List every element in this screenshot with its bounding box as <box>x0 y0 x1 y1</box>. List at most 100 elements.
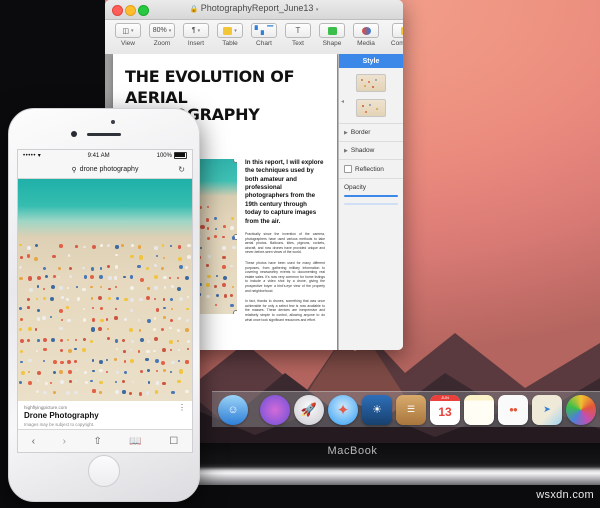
beach-umbrella-dot <box>129 328 133 332</box>
table-button[interactable]: ▾ <box>217 23 243 38</box>
beach-umbrella-dot <box>67 339 69 341</box>
beach-umbrella-dot <box>27 339 30 342</box>
reminders-icon[interactable]: ●● <box>498 395 528 425</box>
reflection-checkbox[interactable] <box>344 165 352 173</box>
pages-toolbar[interactable]: ◫ ▾ View 80% ▾ Zoom ¶ ▾ Insert ▾ Table ▘… <box>105 20 403 55</box>
style-thumbnail[interactable] <box>356 74 386 92</box>
toolbar-item-table[interactable]: ▾ Table <box>213 23 247 47</box>
safari-icon[interactable]: ✦ <box>328 395 358 425</box>
calendar-date: JUN 13 <box>430 395 460 425</box>
beach-umbrella-dot <box>154 246 157 249</box>
beach-umbrella-dot <box>27 298 30 301</box>
reload-icon[interactable]: ↻ <box>178 165 185 174</box>
beach-umbrella-dot <box>154 337 158 341</box>
beach-umbrella-dot <box>222 283 226 287</box>
toolbar-item-view[interactable]: ◫ ▾ View <box>111 23 145 47</box>
home-button[interactable] <box>88 455 120 487</box>
tab-style[interactable]: Style <box>339 54 403 68</box>
beach-umbrella-dot <box>106 371 108 373</box>
title-chevron-down-icon[interactable]: ▾ <box>316 7 319 13</box>
beach-umbrella-dot <box>83 246 85 248</box>
toolbar-item-insert[interactable]: ¶ ▾ Insert <box>179 23 213 47</box>
more-vertical-icon[interactable]: ⋮ <box>178 406 186 410</box>
beach-umbrella-dot <box>114 276 118 280</box>
tabs-icon[interactable]: ☐ <box>169 436 178 447</box>
style-thumbnail[interactable] <box>356 99 386 117</box>
search-result-image[interactable] <box>18 179 192 401</box>
toolbar-item-media[interactable]: Media <box>349 23 383 47</box>
beach-umbrella-dot <box>185 360 188 363</box>
macos-dock[interactable]: ☺🚀✦☀☰JUN13●●➤●●●✆▤▂▆█ <box>212 391 600 427</box>
view-button[interactable]: ◫ ▾ <box>115 23 141 38</box>
media-button[interactable] <box>353 23 379 38</box>
beach-umbrella-dot <box>108 297 111 300</box>
chart-icon: ▘▖▔ <box>255 26 273 35</box>
siri-icon[interactable] <box>260 395 290 425</box>
photos-icon[interactable] <box>566 395 596 425</box>
beach-umbrella-dot <box>36 298 38 300</box>
beach-umbrella-dot <box>99 369 102 372</box>
finder-icon[interactable]: ☺ <box>218 395 248 425</box>
inspector-tabs[interactable]: Style <box>339 54 403 68</box>
photo-booth-icon[interactable]: ☀ <box>362 395 392 425</box>
search-field[interactable]: ⚲ drone photography <box>72 166 139 174</box>
notes-icon[interactable] <box>464 395 494 425</box>
text-button[interactable]: T <box>285 23 311 38</box>
beach-umbrella-dot <box>107 265 110 268</box>
chart-button[interactable]: ▘▖▔ <box>251 23 277 38</box>
back-icon[interactable]: ‹ <box>32 436 35 447</box>
share-icon[interactable]: ⇧ <box>93 436 101 447</box>
beach-umbrella-dot <box>66 306 69 309</box>
watermark: wsxdn.com <box>536 489 594 501</box>
opacity-slider-track[interactable] <box>344 203 398 205</box>
beach-umbrella-dot <box>138 245 141 248</box>
beach-umbrella-dot <box>107 337 110 340</box>
beach-umbrella-dot <box>98 327 102 331</box>
forward-icon[interactable]: › <box>63 436 66 447</box>
beach-umbrella-dot <box>169 277 171 279</box>
toolbar-item-zoom[interactable]: 80% ▾ Zoom <box>145 23 179 47</box>
beach-umbrella-dot <box>169 327 171 329</box>
inspector-section-reflection[interactable]: Reflection <box>339 159 403 178</box>
insert-button[interactable]: ¶ ▾ <box>183 23 209 38</box>
format-inspector[interactable]: Style ◂ ▶ Border ▶ Shadow Reflection Opa… <box>338 54 403 350</box>
inspector-section-shadow[interactable]: ▶ Shadow <box>339 141 403 159</box>
view-icon: ◫ <box>122 27 129 35</box>
beach-umbrella-dot <box>139 298 143 302</box>
maps-icon[interactable]: ➤ <box>532 395 562 425</box>
toolbar-item-text[interactable]: T Text <box>281 23 315 47</box>
front-camera-icon <box>71 131 77 137</box>
zoom-button-toolbar[interactable]: 80% ▾ <box>149 23 176 38</box>
calendar-icon[interactable]: JUN 13 <box>430 395 460 425</box>
result-url: highflyingpicture.com <box>24 405 186 410</box>
toolbar-label-media: Media <box>357 40 375 47</box>
safari-search-bar[interactable]: ⚲ drone photography ↻ <box>18 161 192 179</box>
style-prev-arrow-icon[interactable]: ◂ <box>341 98 344 105</box>
beach-umbrella-dot <box>108 288 110 290</box>
beach-umbrella-dot <box>92 389 95 392</box>
toolbar-item-comment[interactable]: Comment <box>383 23 403 47</box>
window-titlebar[interactable]: 🔒 PhotographyReport_June13 ▾ <box>105 0 403 20</box>
toolbar-item-shape[interactable]: Shape <box>315 23 349 47</box>
safari-toolbar[interactable]: ‹ › ⇧ 📖 ☐ <box>18 429 192 452</box>
sensor-icon <box>111 120 115 124</box>
toolbar-item-chart[interactable]: ▘▖▔ Chart <box>247 23 281 47</box>
beach-umbrella-dot <box>83 338 86 341</box>
beach-umbrella-dot <box>178 360 180 362</box>
shape-button[interactable] <box>319 23 345 38</box>
beach-umbrella-dot <box>68 254 71 257</box>
opacity-slider[interactable] <box>344 195 398 197</box>
comment-button[interactable] <box>392 23 403 38</box>
beach-umbrella-dot <box>35 244 38 247</box>
inspector-section-border[interactable]: ▶ Border <box>339 123 403 141</box>
beach-umbrella-dot <box>224 294 228 298</box>
beach-umbrella-dot <box>50 316 52 318</box>
bookmarks-icon[interactable]: 📖 <box>129 436 141 447</box>
toolbar-label-view: View <box>121 40 135 47</box>
contacts-icon[interactable]: ☰ <box>396 395 426 425</box>
style-thumbnails[interactable]: ◂ <box>339 68 403 123</box>
beach-umbrella-dot <box>216 275 218 277</box>
beach-umbrella-dot <box>186 319 189 322</box>
beach-umbrella-dot <box>164 286 166 288</box>
launchpad-icon[interactable]: 🚀 <box>294 395 324 425</box>
